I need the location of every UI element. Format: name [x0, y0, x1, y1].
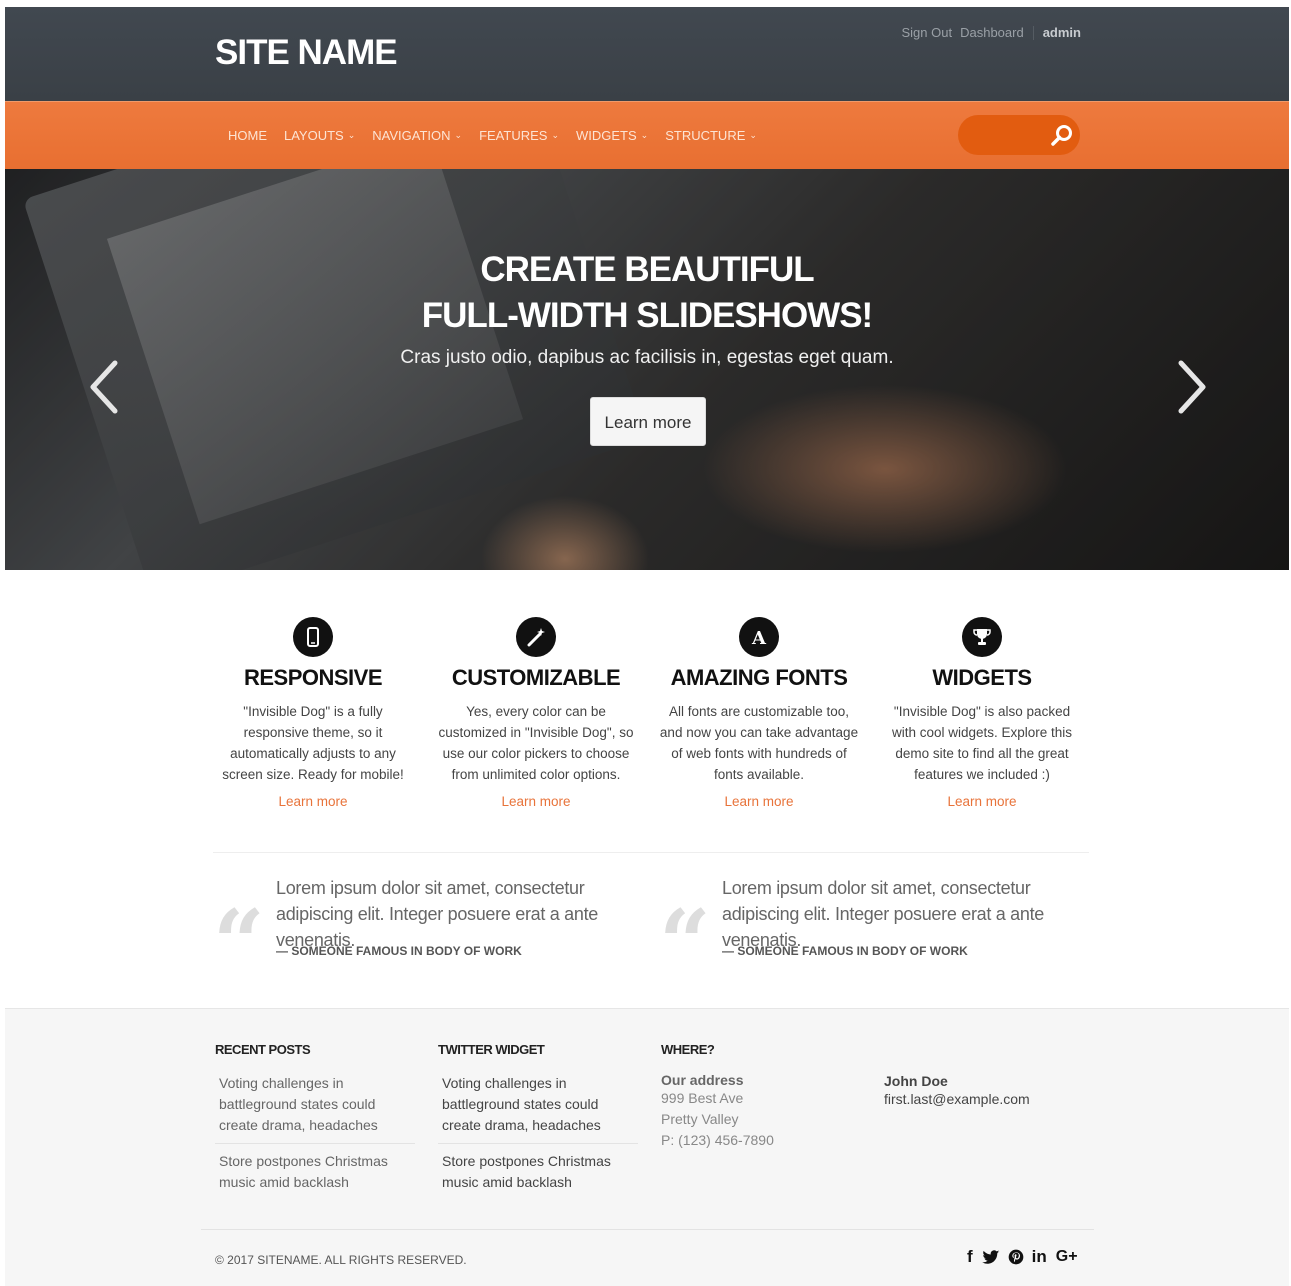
linkedin-icon[interactable]: in [1032, 1247, 1047, 1267]
twitter-widget: TWITTER WIDGET Voting challenges in batt… [438, 1042, 638, 1193]
nav-label: STRUCTURE [665, 128, 746, 143]
magic-wand-icon [516, 617, 556, 657]
quote-mark-icon: “ [213, 890, 265, 996]
nav-label: FEATURES [479, 128, 548, 143]
tweet-link[interactable]: Voting challenges in battleground states… [438, 1073, 638, 1144]
site-header: SITE NAME Sign Out Dashboard admin [5, 7, 1289, 101]
footer-divider [201, 1229, 1094, 1230]
svg-text:A: A [751, 628, 767, 649]
feature-learn-more-link[interactable]: Learn more [213, 794, 413, 809]
contact-email-link[interactable]: first.last@example.com [884, 1089, 1030, 1110]
site-footer: RECENT POSTS Voting challenges in battle… [5, 1008, 1289, 1286]
chevron-down-icon: ⌄ [454, 130, 463, 140]
nav-item-layouts[interactable]: LAYOUTS ⌄ [284, 128, 355, 143]
font-icon: A [739, 617, 779, 657]
features-section: RESPONSIVE "Invisible Dog" is a fully re… [213, 617, 1089, 827]
contact-info: John Doe first.last@example.com [884, 1073, 1030, 1110]
search-box [958, 115, 1080, 155]
nav-item-structure[interactable]: STRUCTURE ⌄ [665, 128, 757, 143]
link-divider [1032, 25, 1034, 40]
social-links: f in G+ [967, 1247, 1087, 1267]
quote-source: — SOMEONE FAMOUS IN BODY OF WORK [276, 944, 522, 958]
hero-slideshow: CREATE BEAUTIFUL FULL-WIDTH SLIDESHOWS! … [5, 169, 1289, 570]
google-plus-icon[interactable]: G+ [1056, 1248, 1078, 1266]
twitter-icon[interactable] [981, 1249, 1000, 1265]
widget-heading: TWITTER WIDGET [438, 1042, 545, 1057]
feature-widgets: WIDGETS "Invisible Dog" is also packed w… [882, 617, 1082, 809]
quote-mark-icon: “ [659, 890, 711, 996]
trophy-icon [962, 617, 1002, 657]
nav-menu: HOME LAYOUTS ⌄ NAVIGATION ⌄ FEATURES ⌄ WIDG… [228, 128, 774, 143]
nav-label: NAVIGATION [372, 128, 451, 143]
feature-title: RESPONSIVE [243, 665, 383, 690]
search-input[interactable] [972, 125, 1042, 145]
feature-title: AMAZING FONTS [670, 665, 848, 690]
chevron-down-icon: ⌄ [749, 130, 757, 140]
feature-learn-more-link[interactable]: Learn more [436, 794, 636, 809]
feature-text: "Invisible Dog" is a fully responsive th… [222, 704, 404, 782]
nav-item-navigation[interactable]: NAVIGATION ⌄ [372, 128, 462, 143]
site-logo[interactable]: SITE NAME [215, 33, 398, 73]
address-street: 999 Best Ave [661, 1090, 744, 1106]
feature-learn-more-link[interactable]: Learn more [882, 794, 1082, 809]
chevron-down-icon: ⌄ [347, 130, 356, 140]
feature-learn-more-link[interactable]: Learn more [659, 794, 859, 809]
recent-post-link[interactable]: Voting challenges in battleground states… [215, 1073, 415, 1144]
sign-out-link[interactable]: Sign Out [902, 25, 953, 40]
nav-label: LAYOUTS [284, 128, 344, 143]
recent-post-link[interactable]: Store postpones Christmas music amid bac… [215, 1151, 415, 1193]
feature-title: WIDGETS [932, 665, 1032, 690]
chevron-left-icon[interactable] [85, 357, 121, 417]
address-city: Pretty Valley [661, 1111, 739, 1127]
nav-item-features[interactable]: FEATURES ⌄ [479, 128, 559, 143]
feature-text: "Invisible Dog" is also packed with cool… [891, 704, 1073, 782]
section-divider [213, 852, 1089, 853]
quote-text: Lorem ipsum dolor sit amet, consectetur … [722, 878, 1045, 950]
account-links: Sign Out Dashboard admin [894, 25, 1082, 40]
feature-responsive: RESPONSIVE "Invisible Dog" is a fully re… [213, 617, 413, 809]
facebook-icon[interactable]: f [967, 1247, 973, 1267]
feature-text: All fonts are customizable too, and now … [659, 704, 859, 782]
nav-item-widgets[interactable]: WIDGETS ⌄ [576, 128, 648, 143]
address-phone: P: (123) 456-7890 [661, 1132, 774, 1148]
recent-posts-widget: RECENT POSTS Voting challenges in battle… [215, 1042, 415, 1193]
chevron-down-icon: ⌄ [551, 130, 559, 140]
main-nav: HOME LAYOUTS ⌄ NAVIGATION ⌄ FEATURES ⌄ WIDG… [5, 101, 1289, 169]
address-widget: WHERE? Our address 999 Best Ave Pretty V… [661, 1042, 861, 1151]
address-title: Our address [661, 1072, 744, 1088]
nav-label: WIDGETS [576, 128, 637, 143]
copyright-text: © 2017 SITENAME. ALL RIGHTS RESERVED. [215, 1253, 467, 1267]
feature-title: CUSTOMIZABLE [451, 665, 621, 690]
quote-text: Lorem ipsum dolor sit amet, consectetur … [276, 878, 599, 950]
pinterest-icon[interactable] [1008, 1249, 1024, 1265]
feature-amazing-fonts: A AMAZING FONTS All fonts are customizab… [659, 617, 859, 809]
nav-item-home[interactable]: HOME [228, 128, 267, 143]
feature-customizable: CUSTOMIZABLE Yes, every color can be cus… [436, 617, 636, 809]
chevron-down-icon: ⌄ [640, 130, 649, 140]
hero-subtitle: Cras justo odio, dapibus ac facilisis in… [400, 347, 894, 368]
mobile-icon [293, 617, 333, 657]
page: SITE NAME Sign Out Dashboard admin HOME … [5, 7, 1289, 1286]
nav-label: HOME [228, 128, 267, 143]
contact-name: John Doe [884, 1073, 948, 1089]
hero-learn-more-button[interactable]: Learn more [590, 397, 706, 446]
quote-source: — SOMEONE FAMOUS IN BODY OF WORK [722, 944, 968, 958]
widget-heading: RECENT POSTS [215, 1042, 311, 1057]
chevron-right-icon[interactable] [1175, 357, 1211, 417]
hero-title: CREATE BEAUTIFUL FULL-WIDTH SLIDESHOWS! [5, 247, 1289, 339]
search-icon[interactable] [1050, 123, 1074, 147]
widget-heading: WHERE? [661, 1042, 715, 1057]
hero-overlay [5, 169, 1289, 570]
hero-title-line1: CREATE BEAUTIFUL [480, 250, 814, 289]
hero-title-line2: FULL-WIDTH SLIDESHOWS! [421, 296, 873, 335]
feature-text: Yes, every color can be customized in "I… [438, 704, 634, 782]
admin-link[interactable]: admin [1043, 25, 1081, 40]
dashboard-link[interactable]: Dashboard [960, 25, 1024, 40]
tweet-link[interactable]: Store postpones Christmas music amid bac… [438, 1151, 638, 1193]
